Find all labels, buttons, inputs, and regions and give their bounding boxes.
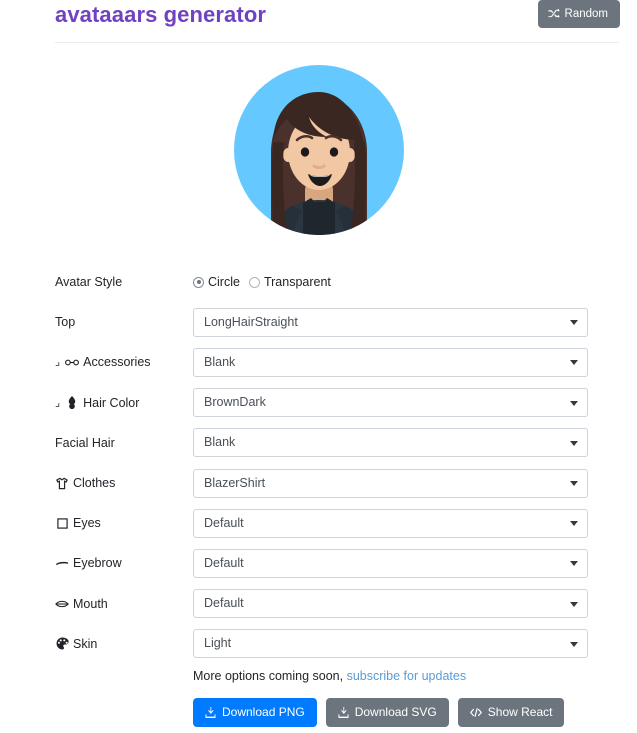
avatar-style-control: Circle Transparent: [193, 275, 637, 289]
clothes-label-text: Clothes: [73, 476, 116, 491]
row-skin: Skin Light: [0, 624, 637, 664]
top-select-wrap: LongHairStraight: [193, 307, 588, 337]
header-divider: [55, 42, 619, 43]
subscribe-link[interactable]: subscribe for updates: [347, 669, 467, 683]
mouth-icon: [55, 597, 69, 611]
skin-label: Skin: [0, 636, 193, 652]
page-header: avataaars generator Random: [0, 0, 637, 46]
download-icon: [338, 707, 349, 718]
eyes-label-text: Eyes: [73, 516, 101, 531]
row-avatar-style: Avatar Style Circle Transparent: [0, 262, 637, 302]
facial-hair-select-wrap: Blank: [193, 428, 588, 458]
footer: More options coming soon, subscribe for …: [193, 668, 637, 727]
palette-icon: [55, 637, 69, 651]
action-buttons: Download PNG Download SVG Show React: [193, 698, 637, 727]
eye-square-icon: [55, 516, 69, 530]
facial-hair-label: Facial Hair: [0, 435, 193, 451]
random-button[interactable]: Random: [537, 0, 620, 28]
radio-circle-label: Circle: [208, 275, 240, 290]
radio-circle[interactable]: Circle: [193, 275, 240, 289]
accessories-select-wrap: Blank: [193, 347, 588, 377]
avatar-style-label: Avatar Style: [55, 275, 123, 290]
avatar-style-radio-group: Circle Transparent: [193, 275, 588, 289]
options-form: Avatar Style Circle Transparent Top Long…: [0, 262, 637, 664]
top-label: Top: [0, 314, 193, 330]
row-facial-hair: Facial Hair Blank: [0, 423, 637, 463]
skin-select[interactable]: Light: [193, 629, 588, 659]
radio-transparent-dot[interactable]: [248, 276, 260, 288]
download-svg-label: Download SVG: [354, 705, 437, 719]
eyebrow-select-wrap: Default: [193, 548, 588, 578]
row-mouth: Mouth Default: [0, 584, 637, 624]
hair-color-select-wrap: BrownDark: [193, 388, 588, 418]
download-png-label: Download PNG: [222, 705, 305, 719]
more-options-label: More options coming soon,: [193, 669, 344, 683]
mouth-label-text: Mouth: [73, 596, 108, 611]
row-accessories: ⌟ Accessories Blank: [0, 342, 637, 382]
top-label-text: Top: [55, 315, 76, 330]
show-react-label: Show React: [487, 705, 553, 719]
row-eyes: Eyes Default: [0, 503, 637, 543]
eyes-label: Eyes: [0, 515, 193, 531]
more-options-text: More options coming soon, subscribe for …: [193, 668, 637, 684]
mouth-select[interactable]: Default: [193, 589, 588, 619]
facial-hair-label-text: Facial Hair: [55, 435, 115, 450]
eyes-select-wrap: Default: [193, 508, 588, 538]
clothes-label: Clothes: [0, 475, 193, 491]
top-select[interactable]: LongHairStraight: [193, 307, 588, 337]
radio-circle-dot[interactable]: [193, 276, 204, 288]
skin-select-wrap: Light: [193, 629, 588, 659]
page-title: avataaars generator: [55, 2, 267, 27]
accessories-label-text: Accessories: [83, 355, 151, 370]
accessories-label: ⌟ Accessories: [0, 354, 193, 370]
glasses-icon: [65, 355, 80, 369]
row-eyebrow: Eyebrow Default: [0, 543, 637, 583]
mouth-label: Mouth: [0, 596, 193, 612]
row-clothes: Clothes BlazerShirt: [0, 463, 637, 503]
row-top: Top LongHairStraight: [0, 302, 637, 342]
clothes-select-wrap: BlazerShirt: [193, 468, 588, 498]
accessories-select[interactable]: Blank: [193, 347, 588, 377]
random-button-label: Random: [564, 8, 608, 20]
clothes-select[interactable]: BlazerShirt: [193, 468, 588, 498]
hair-color-select[interactable]: BrownDark: [193, 388, 588, 418]
row-hair-color: ⌟ Hair Color BrownDark: [0, 383, 637, 423]
eyebrow-select[interactable]: Default: [193, 548, 588, 578]
avatar-preview: [0, 60, 637, 240]
hair-color-label-text: Hair Color: [83, 395, 140, 410]
avatar-svg: [233, 65, 404, 235]
hair-color-icon: [65, 396, 79, 410]
skin-label-text: Skin: [73, 636, 98, 651]
radio-transparent-label: Transparent: [263, 275, 331, 290]
avataaars-generator-page: avataaars generator Random Avatar Style …: [0, 0, 637, 733]
show-react-button[interactable]: Show React: [457, 698, 565, 727]
radio-transparent[interactable]: Transparent: [248, 275, 331, 290]
eyebrow-label-text: Eyebrow: [73, 556, 122, 571]
download-png-button[interactable]: Download PNG: [193, 698, 317, 727]
eyes-select[interactable]: Default: [193, 508, 588, 538]
sub-item-arrow-icon: ⌟: [55, 356, 61, 369]
tshirt-icon: [55, 476, 69, 490]
eyebrow-icon: [55, 556, 69, 570]
code-icon: [469, 707, 482, 718]
sub-item-arrow-icon: ⌟: [55, 396, 61, 409]
mouth-select-wrap: Default: [193, 589, 588, 619]
facial-hair-select[interactable]: Blank: [193, 428, 588, 458]
download-svg-button[interactable]: Download SVG: [325, 698, 449, 727]
eyebrow-label: Eyebrow: [0, 555, 193, 571]
hair-color-label: ⌟ Hair Color: [0, 395, 193, 411]
shuffle-icon: [547, 8, 560, 20]
download-icon: [205, 707, 216, 718]
